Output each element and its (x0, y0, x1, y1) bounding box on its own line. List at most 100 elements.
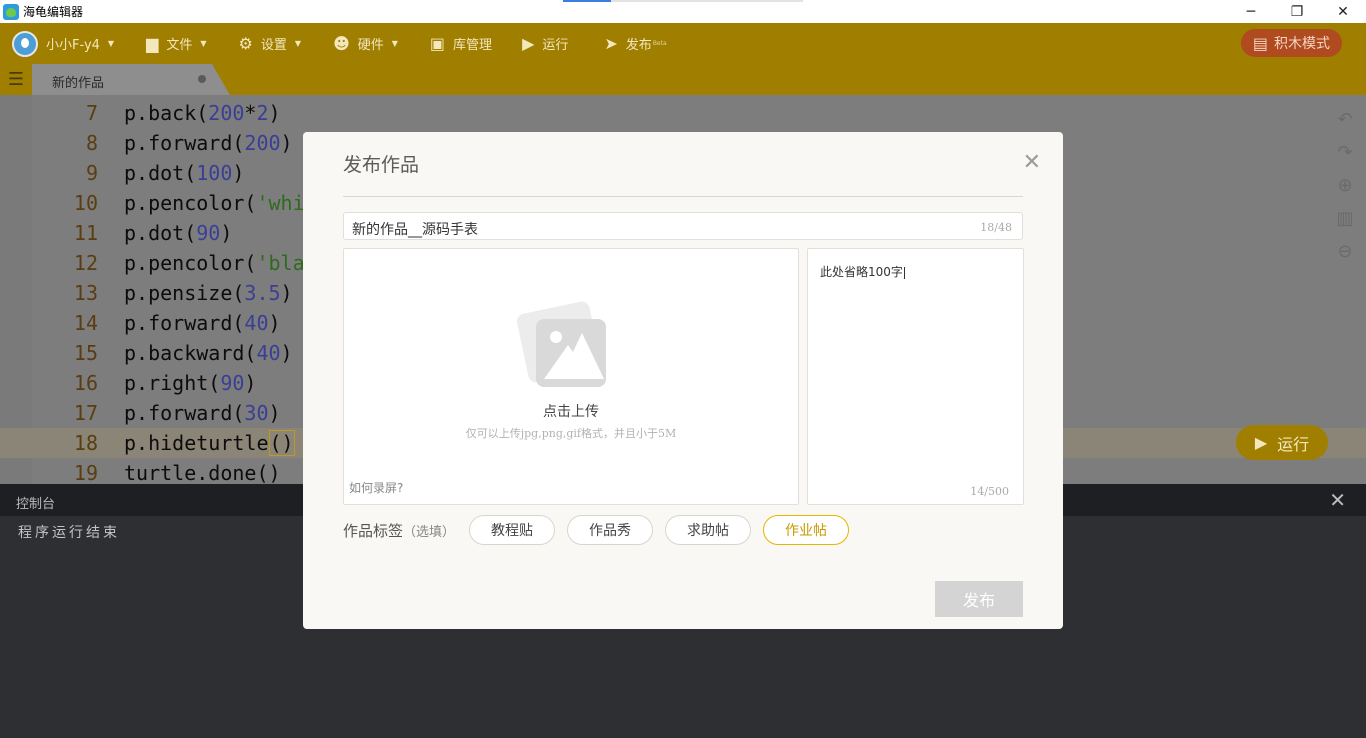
code-line: 7 p.back(200*2) (32, 98, 305, 128)
block-mode-label: 积木模式 (1274, 36, 1330, 52)
hardware-menu[interactable]: ☻ 硬件 ▼ (333, 23, 398, 64)
user-name: 小小F-y4 (46, 38, 100, 53)
redo-icon[interactable]: ↷ (1337, 136, 1352, 169)
line-number: 8 (85, 131, 98, 155)
code-line: 13 p.pensize(3.5) (32, 278, 305, 308)
line-number: 17 (73, 401, 98, 425)
editor-side-tools: ↶ ↷ ⊕ ▥ ⊖ (1334, 103, 1356, 268)
work-title-counter: 18/48 (980, 221, 1012, 234)
chevron-down-icon: ▼ (200, 39, 207, 48)
line-code: p.pensize(3.5) (124, 281, 293, 305)
undo-icon[interactable]: ↶ (1337, 103, 1352, 136)
block-mode-button[interactable]: ▤ 积木模式 (1240, 29, 1342, 57)
bracket-match: () (268, 430, 295, 456)
publish-dialog: 发布作品 ✕ 新的作品__源码手表 18/48 点击上传 仅可以上传jpg,pn… (303, 132, 1063, 629)
robot-icon: ☻ (333, 34, 350, 53)
tab-new-work[interactable]: 新的作品 (32, 64, 230, 95)
tab-strip: ☰ 新的作品 (0, 64, 1366, 95)
cover-upload-area[interactable]: 点击上传 仅可以上传jpg,png,gif格式，并且小于5M 如何录屏? (343, 248, 799, 505)
library-label: 库管理 (453, 38, 493, 53)
upload-label: 点击上传 (543, 404, 599, 420)
tag-tutorial[interactable]: 教程贴 (469, 515, 556, 545)
code-line: 8 p.forward(200) (32, 128, 305, 158)
paper-plane-icon: ➤ (604, 34, 618, 53)
run-label: 运行 (542, 38, 569, 53)
tab-label: 新的作品 (52, 76, 105, 91)
description-value: 此处省略100字 (820, 263, 905, 280)
folder-icon: ▆ (146, 34, 159, 53)
line-code: p.forward(40) (124, 311, 281, 335)
code-line: 15 p.backward(40) (32, 338, 305, 368)
run-toolbar-button[interactable]: ▶ 运行 (522, 23, 568, 64)
line-code: p.right(90) (124, 371, 257, 395)
text-caret (903, 266, 905, 279)
line-number: 9 (85, 161, 98, 185)
file-menu[interactable]: ▆ 文件 ▼ (146, 23, 206, 64)
console-output: 程序运行结束 (18, 525, 120, 541)
blocks-icon: ▤ (1252, 33, 1268, 53)
description-textarea[interactable]: 此处省略100字 14/500 (807, 248, 1024, 505)
code-line: 10 p.pencolor('whi (32, 188, 305, 218)
tags-label-text: 作品标签 (343, 521, 404, 540)
title-bar: 海龟编辑器 ─ ❐ ✕ (0, 0, 1366, 23)
minimize-button[interactable]: ─ (1228, 0, 1274, 23)
close-window-button[interactable]: ✕ (1320, 0, 1366, 23)
line-number: 14 (73, 311, 98, 335)
user-menu[interactable]: 小小F-y4 ▼ (12, 23, 114, 64)
line-number: 15 (73, 341, 98, 365)
tag-showcase[interactable]: 作品秀 (567, 515, 654, 545)
tag-homework[interactable]: 作业帖 (763, 515, 850, 545)
chevron-down-icon: ▼ (391, 39, 398, 48)
how-to-record-link[interactable]: 如何录屏? (349, 479, 403, 496)
line-code: p.back(200*2) (124, 101, 281, 125)
code-line: 17 p.forward(30) (32, 398, 305, 428)
sidebar-menu-icon[interactable]: ☰ (0, 64, 32, 95)
publish-button[interactable]: 发布 (935, 581, 1023, 617)
play-icon: ▶ (1254, 433, 1268, 452)
zoom-out-icon[interactable]: ⊖ (1337, 235, 1352, 268)
dialog-close-icon[interactable]: ✕ (1023, 150, 1041, 175)
line-number: 11 (73, 221, 98, 245)
line-number: 16 (73, 371, 98, 395)
tag-help[interactable]: 求助帖 (665, 515, 752, 545)
code-line: 11 p.dot(90) (32, 218, 305, 248)
line-code: p.dot(100) (124, 161, 245, 185)
inbox-icon: ▣ (429, 34, 446, 53)
line-code: p.backward(40) (124, 341, 293, 365)
editor-gutter (0, 95, 32, 484)
window-controls: ─ ❐ ✕ (1228, 0, 1366, 23)
description-counter: 14/500 (970, 485, 1009, 498)
dialog-divider (343, 196, 1023, 197)
console-close-icon[interactable]: ✕ (1329, 488, 1346, 512)
line-code: turtle.done() (124, 461, 281, 484)
fit-view-icon[interactable]: ▥ (1336, 202, 1353, 235)
file-menu-label: 文件 (166, 38, 193, 53)
code-line: 16 p.right(90) (32, 368, 305, 398)
library-button[interactable]: ▣ 库管理 (430, 23, 492, 64)
gear-icon: ⚙ (238, 34, 253, 53)
line-number: 10 (73, 191, 98, 215)
image-placeholder-icon (514, 299, 610, 391)
beta-badge: Beta (652, 40, 667, 47)
line-number: 13 (73, 281, 98, 305)
hardware-menu-label: 硬件 (357, 38, 384, 53)
line-number: 7 (85, 101, 98, 125)
loading-progress-fill (563, 0, 611, 2)
app-logo-icon (3, 3, 19, 20)
restore-button[interactable]: ❐ (1274, 0, 1320, 23)
tags-label: 作品标签（选填） (343, 520, 455, 541)
work-title-input[interactable]: 新的作品__源码手表 18/48 (343, 212, 1023, 240)
image-front-card (536, 319, 606, 387)
line-code: p.forward(30) (124, 401, 281, 425)
description-text: 此处省略100字 (820, 265, 903, 279)
publish-toolbar-button[interactable]: ➤ 发布 Beta (604, 23, 666, 64)
line-code-text: p.hideturtle (124, 431, 269, 455)
run-button[interactable]: ▶ 运行 (1236, 425, 1328, 460)
settings-menu[interactable]: ⚙ 设置 ▼ (239, 23, 302, 64)
avatar (12, 30, 38, 57)
chevron-down-icon: ▼ (294, 39, 302, 48)
line-code: p.forward(200) (124, 131, 293, 155)
loading-progress-bar (563, 0, 803, 2)
chevron-down-icon: ▼ (107, 39, 115, 48)
zoom-in-icon[interactable]: ⊕ (1337, 169, 1352, 202)
